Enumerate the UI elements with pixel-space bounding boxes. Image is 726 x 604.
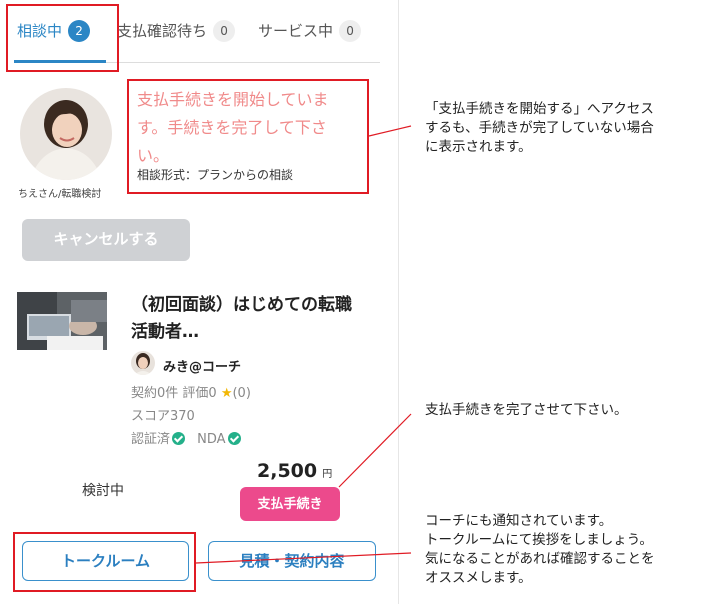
note-talkroom-line-2: トークルームにて挨拶をしましょう。 [425, 532, 653, 548]
annotation-line-payment [338, 413, 412, 488]
note-status-line-2: するも、手続きが完了していない場合 [425, 120, 654, 136]
note-talkroom-line-3: 気になることがあれば確認することを [425, 551, 655, 567]
annotation-line-status [368, 125, 412, 137]
note-status-line-3: に表示されます。 [425, 139, 532, 155]
note-talkroom: コーチにも通知されています。 トークルームにて挨拶をしましょう。 気になることが… [425, 512, 655, 588]
note-talkroom-line-1: コーチにも通知されています。 [425, 513, 613, 529]
note-talkroom-line-4: オススメします。 [425, 570, 532, 586]
annotation-line-talkroom [195, 552, 412, 564]
note-status-line-1: 「支払手続きを開始する」へアクセス [425, 101, 654, 117]
note-payment: 支払手続きを完了させて下さい。 [425, 402, 628, 418]
note-status: 「支払手続きを開始する」へアクセス するも、手続きが完了していない場合 に表示さ… [425, 100, 654, 157]
